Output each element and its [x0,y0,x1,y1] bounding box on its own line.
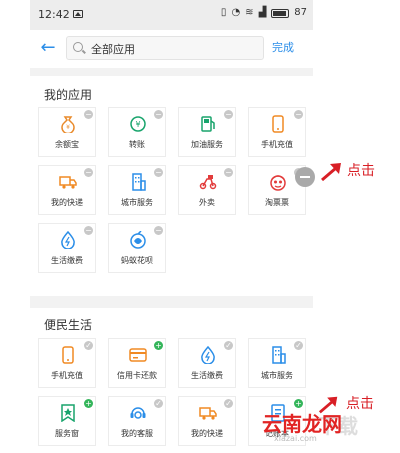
building-icon [129,173,147,191]
my-app-label: 生活缴费 [51,256,83,265]
convenience-app-tile[interactable]: 城市服务 ✓ [248,338,306,388]
watermark-sub: xiazai.com [274,434,317,443]
watermark: 云南龙网 xiazai.com [262,408,372,448]
drop-icon [59,230,77,250]
check-badge-icon[interactable]: ✓ [154,399,163,408]
my-app-label: 加油服务 [191,140,223,149]
check-badge-icon[interactable]: ✓ [224,399,233,408]
convenience-app-label: 信用卡还款 [117,371,157,380]
my-apps-title: 我的应用 [44,88,93,102]
check-badge-icon[interactable]: ✓ [224,341,233,350]
phone-recharge-icon [59,346,77,364]
remove-badge-icon[interactable]: − [154,168,163,177]
my-app-label: 淘票票 [265,198,289,207]
done-button[interactable]: 完成 [272,39,294,55]
remove-badge-icon[interactable]: − [84,110,93,119]
image-notification-icon [73,10,83,18]
search-input-text: 全部应用 [91,43,135,56]
divider [30,296,313,308]
remove-app-button[interactable] [295,167,315,187]
convenience-app-tile[interactable]: 生活缴费 ✓ [178,338,236,388]
convenience-app-tile[interactable]: 服务窗 + [38,396,96,446]
arrow-pointer-icon [321,163,341,182]
my-app-tile[interactable]: ¥ 余额宝 − [38,107,96,157]
convenience-app-label: 我的客服 [121,429,153,438]
status-icons: ▯ ◔ ≋ ▟ 87 [221,7,307,19]
vibrate-icon: ▯ [220,7,227,18]
remove-badge-icon[interactable]: − [154,110,163,119]
building-icon [269,346,287,364]
phone-recharge-icon [269,115,287,133]
search-input[interactable]: 全部应用 [66,36,264,60]
my-app-tile[interactable]: 蚂蚁花呗 − [108,223,166,273]
my-app-tile[interactable]: 生活缴费 − [38,223,96,273]
convenience-title: 便民生活 [44,318,93,332]
service-window-icon [59,404,77,423]
signal-icon: ▟ [258,7,267,18]
huabei-icon [129,230,147,249]
remove-badge-icon[interactable]: − [154,226,163,235]
my-app-tile[interactable]: 城市服务 − [108,165,166,215]
svg-text:¥: ¥ [135,120,140,129]
add-badge-icon[interactable]: + [294,399,303,408]
my-app-label: 外卖 [199,198,215,207]
convenience-app-tile[interactable]: 信用卡还款 + [108,338,166,388]
convenience-app-label: 我的快递 [191,429,223,438]
my-app-label: 我的快递 [51,198,83,207]
my-app-tile[interactable]: ¥ 转账 − [108,107,166,157]
convenience-app-tile[interactable]: 手机充值 ✓ [38,338,96,388]
remove-badge-icon[interactable]: − [224,168,233,177]
click-hint-label: 点击 [347,163,375,179]
yuebao-icon: ¥ [59,115,77,135]
status-bar: 12:42 ▯ ◔ ≋ ▟ 87 [30,0,313,30]
my-app-label: 城市服务 [121,198,153,207]
convenience-app-label: 生活缴费 [191,371,223,380]
svg-text:¥: ¥ [66,124,70,131]
truck-icon [199,404,217,422]
battery-icon [271,8,290,18]
headset-icon [129,404,147,422]
my-app-tile[interactable]: 手机充值 − [248,107,306,157]
my-app-tile[interactable]: 加油服务 − [178,107,236,157]
search-icon [73,42,83,52]
scooter-icon [199,173,217,191]
divider [30,68,313,76]
alarm-icon: ◔ [231,7,241,18]
back-arrow-icon[interactable]: ← [36,36,60,60]
convenience-app-tile[interactable]: 我的快递 ✓ [178,396,236,446]
add-badge-icon[interactable]: + [154,341,163,350]
my-app-label: 蚂蚁花呗 [121,256,153,265]
my-app-label: 转账 [129,140,145,149]
convenience-app-label: 城市服务 [261,371,293,380]
card-icon [129,346,147,364]
truck-icon [59,173,77,191]
face-icon [269,173,287,191]
check-badge-icon[interactable]: ✓ [84,341,93,350]
drop-icon [199,345,217,365]
remove-badge-icon[interactable]: − [84,226,93,235]
convenience-app-label: 服务窗 [55,429,79,438]
convenience-app-tile[interactable]: 我的客服 ✓ [108,396,166,446]
remove-badge-icon[interactable]: − [224,110,233,119]
my-app-label: 手机充值 [261,140,293,149]
my-app-tile[interactable]: 外卖 − [178,165,236,215]
convenience-app-label: 手机充值 [51,371,83,380]
search-bar: ← 全部应用 完成 [30,30,313,68]
status-time: 12:42 [38,8,70,21]
remove-badge-icon[interactable]: − [84,168,93,177]
phone-screen: 12:42 ▯ ◔ ≋ ▟ 87 ← 全部应用 完成 我的应用 ¥ 余额宝 − ¥ 转账… [30,0,313,453]
check-badge-icon[interactable]: ✓ [294,341,303,350]
battery-level: 87 [294,7,307,18]
add-badge-icon[interactable]: + [84,399,93,408]
my-app-label: 余额宝 [55,140,79,149]
watermark-main: 云南龙网 [262,412,342,436]
my-app-tile[interactable]: 我的快递 − [38,165,96,215]
wifi-icon: ≋ [245,7,254,18]
fuel-icon [199,115,217,133]
remove-badge-icon[interactable]: − [294,110,303,119]
transfer-icon: ¥ [129,115,147,133]
